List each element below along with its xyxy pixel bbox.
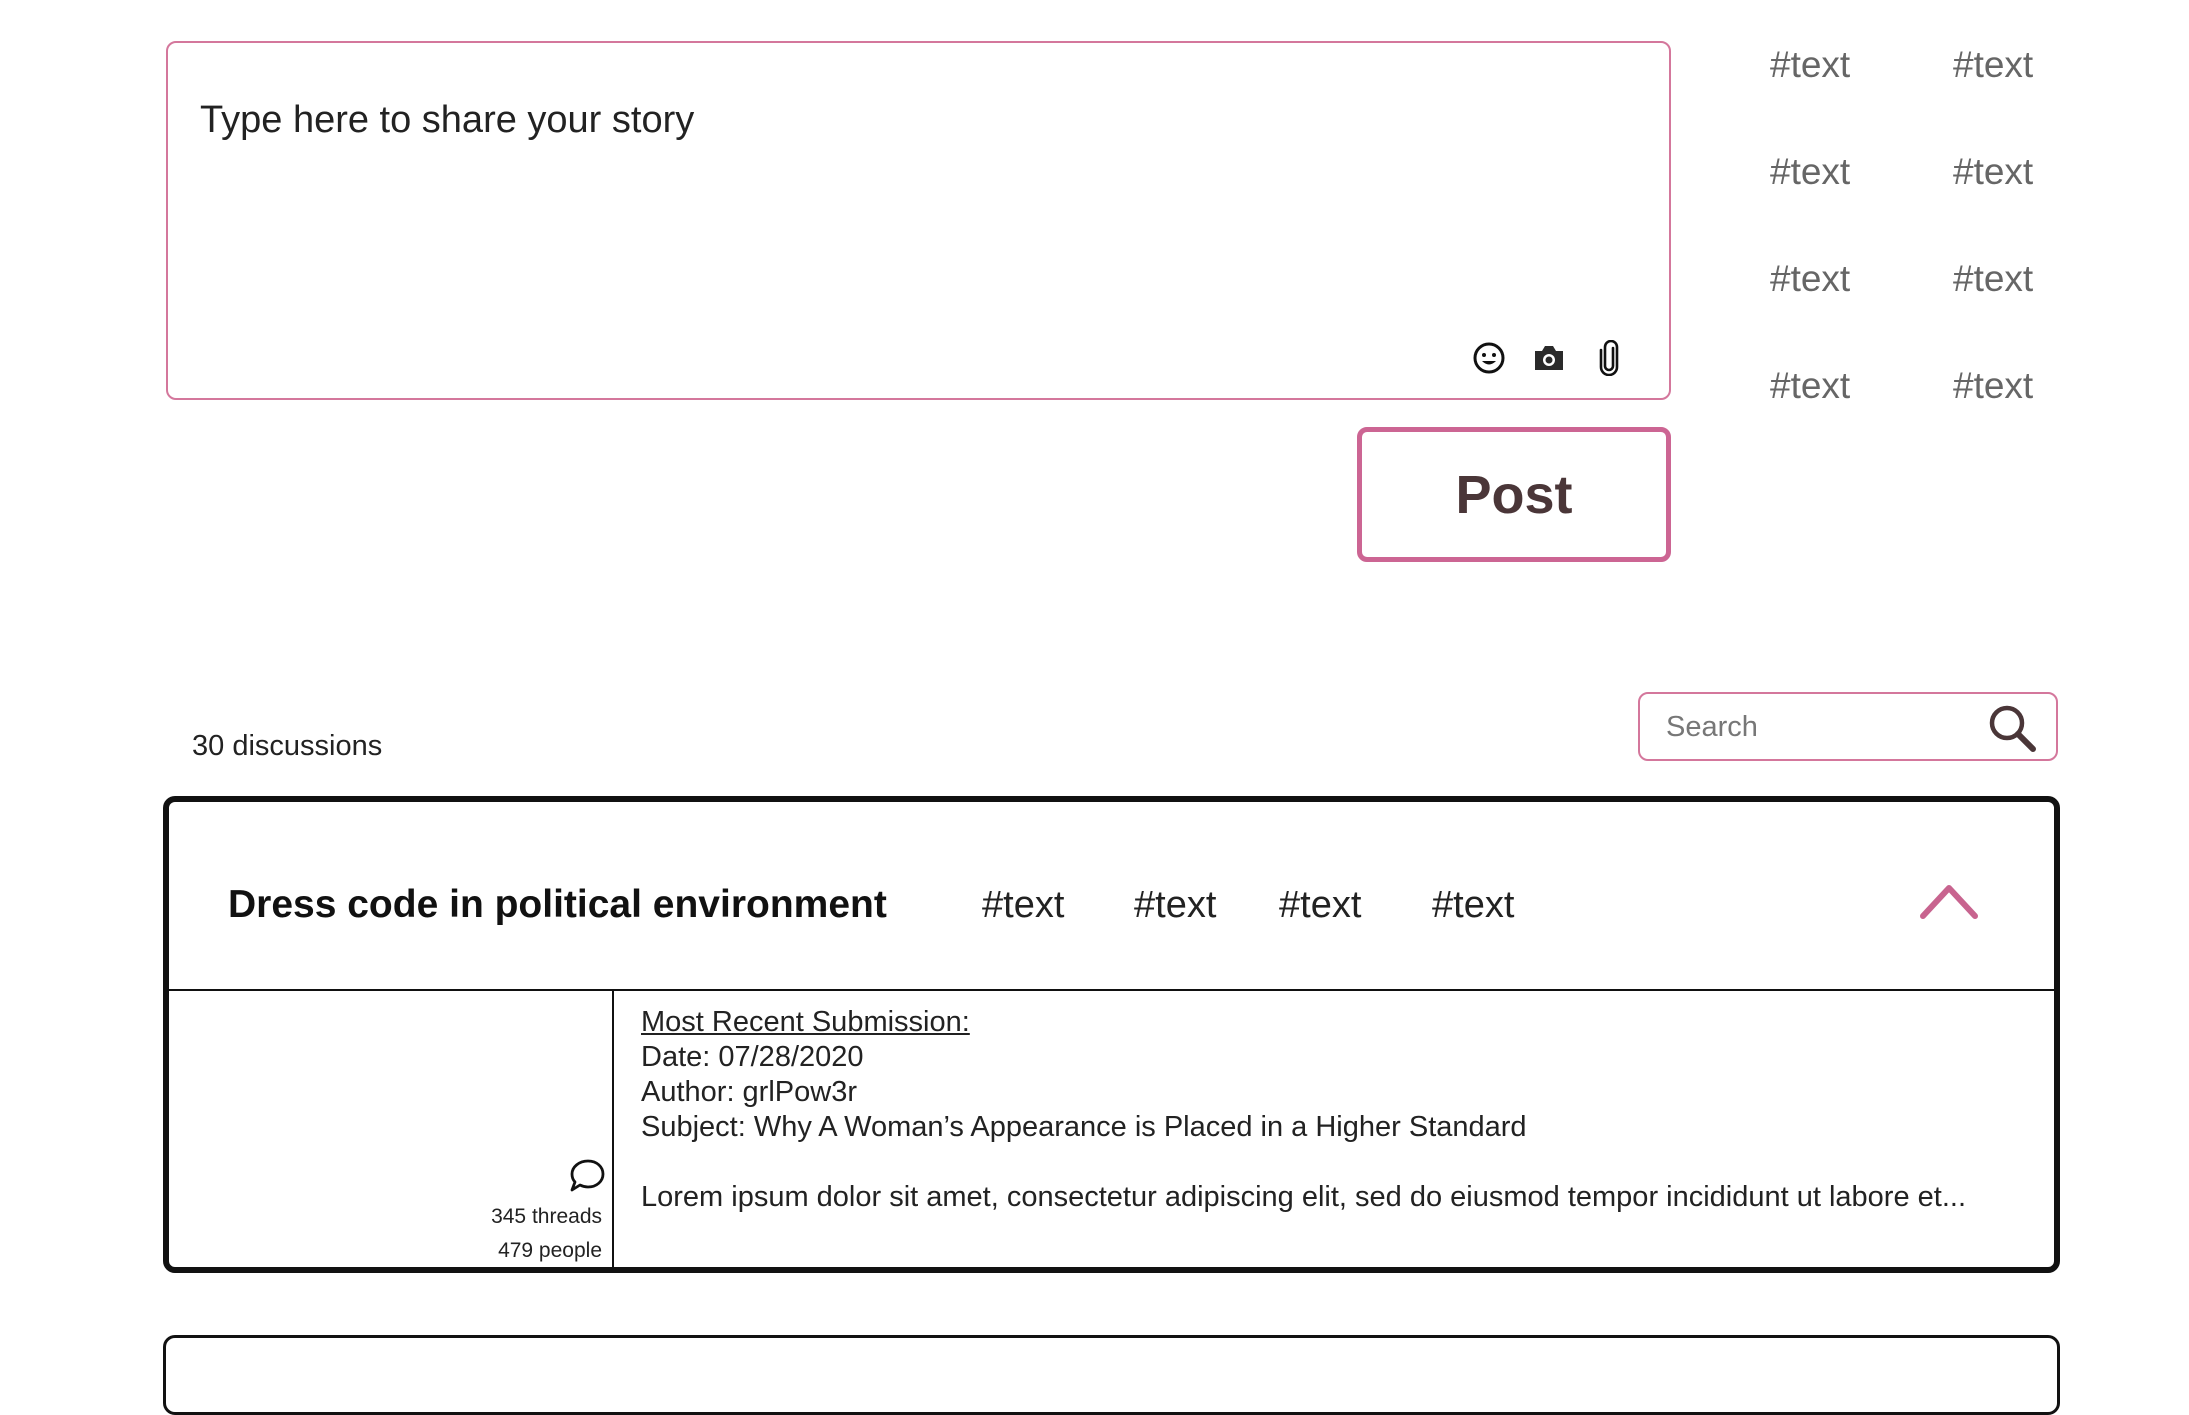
search-icon[interactable] xyxy=(1986,702,2038,754)
story-input[interactable] xyxy=(200,99,1620,279)
hashtag-link[interactable]: #text xyxy=(1770,254,1953,361)
submission-subject: Subject: Why A Woman’s Appearance is Pla… xyxy=(641,1111,1527,1143)
discussion-card: Dress code in political environment #tex… xyxy=(163,796,2060,1273)
search-box xyxy=(1638,692,2058,761)
hashtag-link[interactable]: #text xyxy=(1953,361,2063,468)
smiley-icon[interactable] xyxy=(1469,338,1509,378)
submission-excerpt: Lorem ipsum dolor sit amet, consectetur … xyxy=(641,1181,1967,1213)
recent-submission: Most Recent Submission: Date: 07/28/2020… xyxy=(641,1005,2041,1215)
hashtag-link[interactable]: #text xyxy=(1953,40,2063,147)
submission-author: Author: grlPow3r xyxy=(641,1076,857,1108)
composer-toolbar xyxy=(1469,338,1629,378)
hashtag-link[interactable]: #text xyxy=(1953,147,2063,254)
comment-icon xyxy=(568,1157,606,1193)
discussion-tag[interactable]: #text xyxy=(1279,882,1361,928)
hashtag-grid: #text #text #text #text #text #text #tex… xyxy=(1770,40,2063,468)
paperclip-icon[interactable] xyxy=(1589,338,1629,378)
thread-count: 345 threads xyxy=(491,1205,602,1228)
chevron-up-icon[interactable] xyxy=(1917,878,1981,922)
discussion-card-header: Dress code in political environment #tex… xyxy=(169,802,2054,991)
hashtag-link[interactable]: #text xyxy=(1770,40,1953,147)
discussion-tag[interactable]: #text xyxy=(1432,882,1514,928)
hashtag-link[interactable]: #text xyxy=(1770,361,1953,468)
discussion-count: 30 discussions xyxy=(192,730,383,762)
discussion-card-next xyxy=(163,1335,2060,1415)
recent-submission-link[interactable]: Most Recent Submission: xyxy=(641,1005,2041,1040)
camera-icon[interactable] xyxy=(1529,338,1569,378)
search-input[interactable] xyxy=(1666,706,1986,748)
discussion-tag[interactable]: #text xyxy=(1134,882,1216,928)
post-button[interactable]: Post xyxy=(1357,427,1671,562)
story-composer xyxy=(166,41,1671,400)
discussion-title[interactable]: Dress code in political environment xyxy=(228,882,887,928)
people-count: 479 people xyxy=(498,1239,602,1262)
discussion-stats: 345 threads 479 people xyxy=(169,991,614,1267)
discussion-tag[interactable]: #text xyxy=(982,882,1064,928)
submission-date: Date: 07/28/2020 xyxy=(641,1041,864,1073)
hashtag-link[interactable]: #text xyxy=(1953,254,2063,361)
hashtag-link[interactable]: #text xyxy=(1770,147,1953,254)
